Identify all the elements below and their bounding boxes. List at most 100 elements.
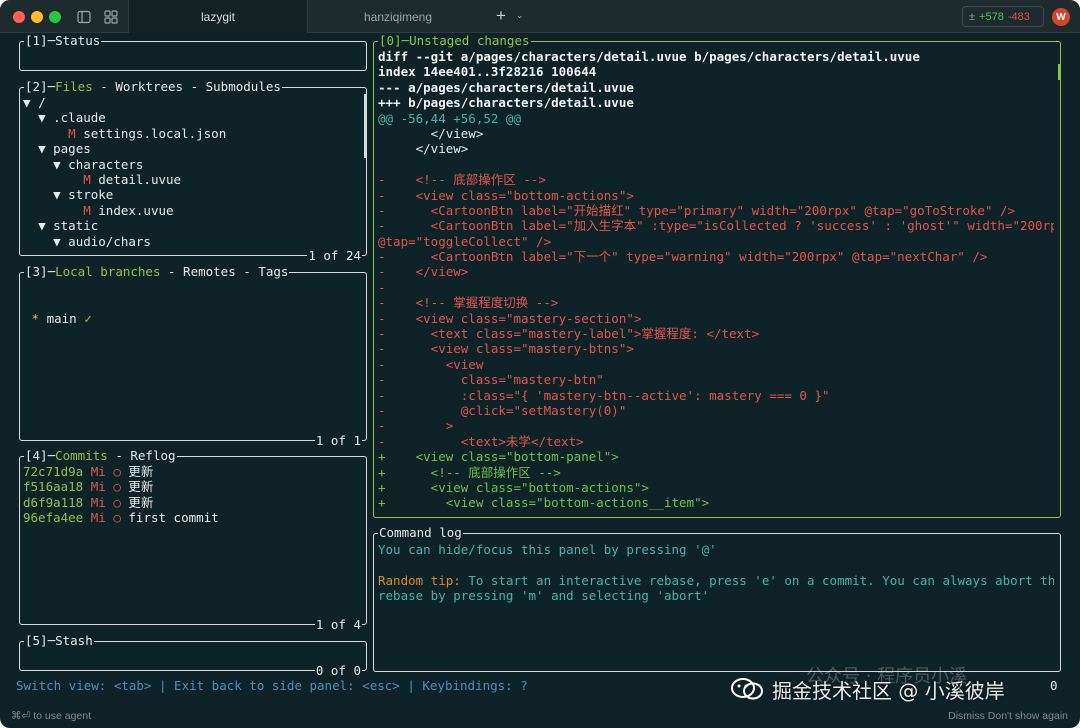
expand-arrow-icon[interactable]: ▼ (53, 187, 61, 202)
file-tree-row[interactable]: ▼ static (23, 218, 363, 233)
diff-line[interactable]: - <CartoonBtn label="开始描红" type="primary… (378, 203, 1054, 218)
file-name: index.uvue (98, 202, 174, 218)
diff-line[interactable]: diff --git a/pages/characters/detail.uvu… (378, 49, 1054, 64)
use-agent-hint[interactable]: ⌘⏎ to use agent (11, 710, 91, 722)
diff-line[interactable]: - :class="{ 'mastery-btn--active': maste… (378, 388, 1054, 403)
status-panel-title: [1]─Status (24, 33, 102, 49)
dismiss-links[interactable]: Dismiss Don't show again (948, 710, 1068, 722)
command-log-hint: You can hide/focus this panel by pressin… (378, 542, 717, 557)
agent-status-line: ⌘⏎ to use agent Dismiss Don't show again (0, 706, 1080, 728)
stash-panel[interactable]: [5]─Stash 0 of 0 (19, 633, 367, 679)
tab-lazygit[interactable]: lazygit (128, 0, 308, 33)
diff-line[interactable]: - class="mastery-btn" (378, 372, 1054, 387)
additions-count: +578 (979, 10, 1004, 23)
file-tree-row[interactable]: M index.uvue (23, 203, 363, 218)
expand-arrow-icon[interactable]: ▼ (53, 234, 61, 249)
file-name: pages (53, 141, 91, 157)
commit-author: Mi (90, 464, 106, 479)
files-scrollbar[interactable] (364, 94, 367, 158)
expand-arrow-icon[interactable]: ▼ (23, 95, 31, 110)
close-window-button[interactable] (13, 11, 25, 23)
diff-line[interactable]: - (378, 280, 1054, 295)
tab-hanziqimeng[interactable]: hanziqimeng (308, 0, 488, 33)
diff-line[interactable]: - <view class="bottom-actions"> (378, 188, 1054, 203)
avatar[interactable]: W (1052, 8, 1070, 26)
file-tree-row[interactable]: M detail.uvue (23, 172, 363, 187)
diff-panel[interactable]: [0]─Unstaged changes diff --git a/pages/… (373, 33, 1061, 518)
diff-line[interactable]: + <view class="bottom-actions"> (378, 480, 1054, 495)
watermark-text: 掘金技术社区 @ 小溪彼岸 (772, 678, 1005, 703)
file-tree-row[interactable]: ▼ audio/chars (23, 234, 363, 249)
file-tree-row[interactable]: M settings.local.json (23, 126, 363, 141)
diff-line[interactable]: + <!-- 底部操作区 --> (378, 465, 1054, 480)
files-footer: 1 of 24 (307, 248, 362, 264)
commit-author: Mi (90, 479, 106, 495)
expand-arrow-icon[interactable]: ▼ (53, 157, 61, 172)
diff-line[interactable]: - <text>未学</text> (378, 434, 1054, 449)
diff-line[interactable]: </view> (378, 126, 1054, 141)
commit-row[interactable]: 72c71d9a Mi ○ 更新 (23, 464, 363, 479)
file-tree-row[interactable]: ▼ .claude (23, 110, 363, 125)
zoom-window-button[interactable] (49, 11, 61, 23)
branch-name: main (46, 310, 77, 326)
diff-line[interactable]: - @click="setMastery(0)" (378, 403, 1054, 418)
file-name: .claude (53, 110, 106, 126)
file-name: characters (68, 156, 144, 172)
commit-row[interactable]: 96efa4ee Mi ○ first commit (23, 510, 363, 525)
expand-arrow-icon[interactable]: ▼ (38, 110, 46, 125)
file-tree-row[interactable]: ▼ pages (23, 141, 363, 156)
command-log-panel[interactable]: Command log You can hide/focus this pane… (373, 525, 1061, 672)
diff-line[interactable]: + <view class="bottom-actions__item"> (378, 495, 1054, 510)
diff-scrollbar[interactable] (1058, 64, 1061, 80)
branches-panel[interactable]: [3]─Local branches - Remotes - Tags * ma… (19, 264, 367, 449)
commits-panel[interactable]: [4]─Commits - Reflog 72c71d9a Mi ○ 更新 f51… (19, 448, 367, 633)
new-tab-button[interactable]: + (496, 7, 506, 25)
check-icon: ✓ (84, 310, 92, 326)
diff-line[interactable]: - <view class="mastery-btns"> (378, 341, 1054, 356)
sidebar-toggle-icon[interactable] (77, 9, 91, 24)
status-panel[interactable]: [1]─Status ✓ hanziqimeng → main (19, 33, 367, 94)
commit-author: Mi (90, 510, 106, 526)
minimize-window-button[interactable] (31, 11, 43, 23)
branch-row[interactable]: * main ✓ (24, 311, 363, 326)
commits-panel-title: [4]─Commits - Reflog (24, 448, 177, 464)
files-panel[interactable]: [2]─Files - Worktrees - Submodules ▼ / ▼… (19, 79, 367, 264)
commit-row[interactable]: f516aa18 Mi ○ 更新 (23, 479, 363, 494)
diff-line[interactable]: - <view class="mastery-section"> (378, 311, 1054, 326)
diff-line[interactable]: - <!-- 掌握程度切换 --> (378, 295, 1054, 310)
file-tree: ▼ / ▼ .claude M settings.local.json ▼ pa… (23, 95, 363, 249)
diff-line[interactable]: +++ b/pages/characters/detail.uvue (378, 95, 1054, 110)
diff-line[interactable]: @tap="toggleCollect" /> (378, 234, 1054, 249)
chevron-down-icon[interactable]: ⌄ (516, 10, 524, 21)
file-tree-row[interactable]: ▼ / (23, 95, 363, 110)
commit-graph-node: ○ (113, 510, 121, 526)
file-name: stroke (68, 187, 114, 203)
commit-message: 更新 (128, 479, 154, 495)
diff-line[interactable]: - </view> (378, 264, 1054, 279)
diff-line[interactable]: + <view class="bottom-panel"> (378, 449, 1054, 464)
diff-line[interactable]: - <CartoonBtn label="加入生字本" :type="isCol… (378, 218, 1054, 233)
diffstat-badge[interactable]: ± +578 -483 (962, 6, 1044, 27)
tab-overview-icon[interactable] (104, 9, 118, 24)
diff-line[interactable]: - > (378, 418, 1054, 433)
diff-line[interactable]: index 14ee401..3f28216 100644 (378, 64, 1054, 79)
diff-content: diff --git a/pages/characters/detail.uvu… (378, 49, 1054, 511)
diff-line[interactable]: - <view (378, 357, 1054, 372)
expand-arrow-icon[interactable]: ▼ (38, 218, 46, 233)
commit-message: 更新 (128, 494, 154, 510)
diff-line[interactable]: - <text class="mastery-label">掌握程度: </te… (378, 326, 1054, 341)
commit-row[interactable]: d6f9a118 Mi ○ 更新 (23, 495, 363, 510)
diff-line[interactable]: - <CartoonBtn label="下一个" type="warning"… (378, 249, 1054, 264)
expand-arrow-icon[interactable]: ▼ (38, 141, 46, 156)
diff-line[interactable]: --- a/pages/characters/detail.uvue (378, 80, 1054, 95)
file-tree-row[interactable]: ▼ characters (23, 157, 363, 172)
diff-line[interactable]: - <!-- 底部操作区 --> (378, 172, 1054, 187)
file-status: M (83, 171, 91, 187)
diff-line[interactable]: @@ -56,44 +56,52 @@ (378, 111, 1054, 126)
commit-graph-node: ○ (113, 479, 121, 495)
diff-line[interactable]: </view> (378, 141, 1054, 156)
diff-icon: ± (969, 10, 976, 23)
diff-line[interactable] (378, 157, 1054, 172)
file-tree-row[interactable]: ▼ stroke (23, 187, 363, 202)
